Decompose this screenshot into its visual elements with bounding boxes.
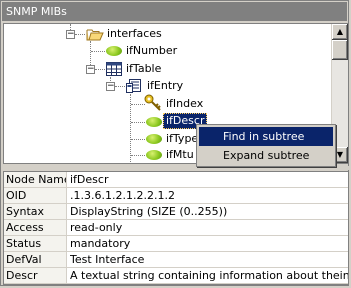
- tree-node-interfaces[interactable]: interfaces: [105, 26, 164, 42]
- property-value: DisplayString (SIZE (0..255)): [70, 205, 228, 218]
- tree-node-ifmtu[interactable]: ifMtu: [164, 147, 196, 163]
- table-row: Syntax DisplayString (SIZE (0..255)): [4, 204, 348, 220]
- property-key: Node Name: [4, 172, 67, 187]
- property-key: OID: [4, 188, 67, 203]
- property-value: A textual string containing information …: [70, 269, 348, 282]
- table-icon: [106, 62, 122, 79]
- property-value: ifDescr: [70, 173, 109, 186]
- tree-line: [131, 155, 145, 156]
- leaf-icon: [146, 150, 162, 160]
- snmp-mibs-window: SNMP MIBs − interfaces ifNumber − ifTabl…: [0, 0, 351, 286]
- property-value: Test Interface: [70, 253, 145, 266]
- tree-line: [131, 122, 145, 123]
- folder-open-icon: [86, 27, 104, 44]
- menu-item-find-in-subtree[interactable]: Find in subtree: [199, 127, 333, 146]
- tree-node-ifnumber[interactable]: ifNumber: [124, 43, 179, 59]
- tree-node-ifentry[interactable]: ifEntry: [145, 78, 185, 94]
- tree-line: [75, 34, 85, 35]
- leaf-icon: [106, 46, 122, 56]
- collapse-toggle-interfaces[interactable]: −: [66, 30, 75, 39]
- property-key: DefVal: [4, 252, 67, 267]
- property-value: .1.3.6.1.2.1.2.2.1.2: [70, 189, 175, 202]
- collapse-toggle-iftable[interactable]: −: [86, 65, 95, 74]
- table-row: Status mandatory: [4, 236, 348, 252]
- table-row: Access read-only: [4, 220, 348, 236]
- context-menu: Find in subtree Expand subtree: [196, 124, 336, 167]
- tree-line: [115, 86, 125, 87]
- leaf-icon: [146, 117, 162, 127]
- window-title: SNMP MIBs: [2, 2, 347, 21]
- tree-line: [131, 139, 145, 140]
- tree-node-iftype[interactable]: ifType: [164, 131, 200, 147]
- property-value: read-only: [70, 221, 123, 234]
- tree-line: [95, 69, 105, 70]
- property-key: Status: [4, 236, 67, 251]
- scroll-up-icon[interactable]: ▲: [332, 24, 348, 40]
- menu-item-expand-subtree[interactable]: Expand subtree: [199, 146, 333, 165]
- property-value: mandatory: [70, 237, 131, 250]
- collapse-toggle-ifentry[interactable]: −: [106, 82, 115, 91]
- table-row: Node Name ifDescr: [4, 172, 348, 188]
- tree-node-iftable[interactable]: ifTable: [124, 61, 163, 77]
- tree-line: [131, 104, 145, 105]
- leaf-icon: [146, 134, 162, 144]
- scrollbar-thumb[interactable]: [332, 40, 348, 60]
- table-row: DefVal Test Interface: [4, 252, 348, 268]
- table-row: Descr A textual string containing inform…: [4, 268, 348, 284]
- key-icon: [144, 94, 162, 115]
- tree-node-ifindex[interactable]: ifIndex: [164, 96, 205, 112]
- properties-table: Node Name ifDescr OID .1.3.6.1.2.1.2.2.1…: [3, 171, 349, 285]
- entry-icon: [126, 79, 142, 97]
- tree-line: [91, 51, 105, 52]
- table-row: OID .1.3.6.1.2.1.2.2.1.2: [4, 188, 348, 204]
- property-key: Descr: [4, 268, 67, 283]
- property-key: Access: [4, 220, 67, 235]
- property-key: Syntax: [4, 204, 67, 219]
